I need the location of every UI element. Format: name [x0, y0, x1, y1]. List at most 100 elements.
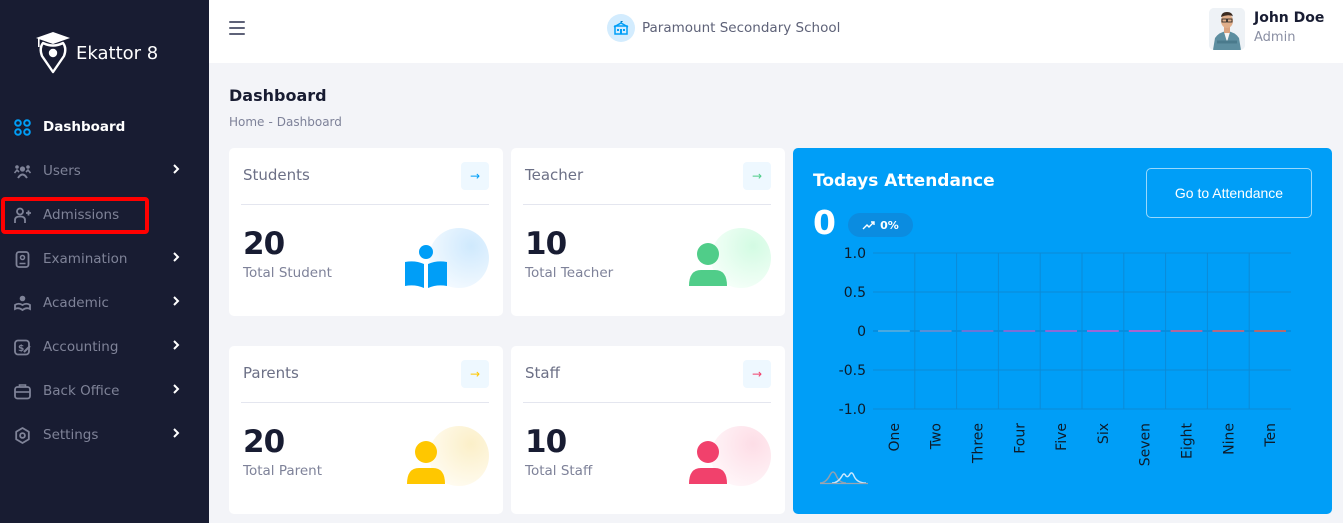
- attendance-panel: Todays Attendance 0 0% Go to Attendance …: [793, 148, 1332, 514]
- divider: [241, 204, 489, 205]
- x-tick-label: Seven: [1138, 423, 1154, 466]
- breadcrumb: Home - Dashboard: [229, 115, 342, 129]
- students-arrow-button[interactable]: →: [461, 162, 489, 190]
- y-tick-label: -1.0: [839, 402, 866, 418]
- admissions-highlight-box: [1, 197, 149, 234]
- user-icon: [681, 228, 771, 290]
- teacher-card: Teacher → 10 Total Teacher: [511, 148, 785, 316]
- teacher-arrow-button[interactable]: →: [743, 162, 771, 190]
- svg-text:$: $: [18, 344, 24, 354]
- card-subtitle: Total Student: [243, 265, 332, 281]
- x-tick-label: Four: [1012, 423, 1028, 454]
- brand[interactable]: Ekattor 8: [34, 30, 158, 74]
- attendance-title: Todays Attendance: [813, 171, 995, 191]
- bar: [1128, 330, 1161, 332]
- x-tick-label: Eight: [1180, 422, 1196, 458]
- breadcrumb-separator: -: [268, 115, 273, 129]
- academic-icon: [14, 295, 31, 312]
- user-menu[interactable]: John Doe Admin: [1209, 8, 1324, 50]
- y-tick-label: 1.0: [844, 246, 866, 262]
- x-tick-label: Six: [1096, 423, 1112, 444]
- card-title: Students: [243, 166, 310, 184]
- sidebar-item-academic[interactable]: Academic: [0, 281, 209, 325]
- user-icon: [399, 426, 489, 488]
- page-title: Dashboard: [229, 86, 327, 105]
- bar: [1045, 330, 1077, 332]
- briefcase-icon: [14, 383, 31, 400]
- top-header: Paramount Secondary School John Doe Admi…: [209, 0, 1343, 63]
- sidebar-item-label: Users: [43, 163, 81, 179]
- accounting-icon: $: [14, 339, 31, 356]
- card-title: Teacher: [525, 166, 584, 184]
- sidebar-item-settings[interactable]: Settings: [0, 413, 209, 457]
- y-tick-label: 0.5: [844, 285, 866, 301]
- sidebar-item-label: Dashboard: [43, 119, 126, 135]
- sidebar-item-label: Accounting: [43, 339, 119, 355]
- divider: [523, 204, 771, 205]
- sidebar-item-users[interactable]: Users: [0, 149, 209, 193]
- students-card: Students → 20 Total Student: [229, 148, 503, 316]
- arrow-right-icon: →: [469, 169, 481, 183]
- sidebar-item-accounting[interactable]: $ Accounting: [0, 325, 209, 369]
- attendance-value: 0: [813, 203, 836, 242]
- chevron-right-icon: [173, 296, 180, 306]
- bar: [1212, 330, 1245, 332]
- sidebar-item-label: Academic: [43, 295, 109, 311]
- x-tick-label: Three: [971, 423, 987, 464]
- bar: [878, 330, 910, 332]
- users-icon: [14, 163, 31, 180]
- breadcrumb-home[interactable]: Home: [229, 115, 264, 129]
- avatar: [1209, 8, 1245, 50]
- card-value: 20: [243, 424, 285, 460]
- trend-up-icon: [862, 221, 875, 230]
- school-icon: [607, 14, 635, 42]
- parents-card: Parents → 20 Total Parent: [229, 346, 503, 514]
- bar: [1170, 330, 1203, 332]
- card-title: Parents: [243, 364, 299, 382]
- y-tick-label: -0.5: [839, 363, 866, 379]
- staff-arrow-button[interactable]: →: [743, 360, 771, 388]
- go-to-attendance-button[interactable]: Go to Attendance: [1146, 168, 1312, 218]
- bar: [1254, 330, 1286, 332]
- attendance-badge-text: 0%: [880, 218, 899, 232]
- card-subtitle: Total Teacher: [525, 265, 614, 281]
- attendance-chart: 1.0 0.5 0 -0.5 -1.0 One Two Three Four Five Six Sev…: [839, 246, 1291, 466]
- divider: [523, 402, 771, 403]
- chevron-right-icon: [173, 340, 180, 350]
- x-tick-label: Five: [1054, 423, 1070, 451]
- sidebar: Ekattor 8 Dashboard Users Admissions Exa…: [0, 0, 209, 523]
- card-subtitle: Total Parent: [243, 463, 323, 479]
- card-value: 10: [525, 226, 567, 262]
- bar: [961, 330, 994, 332]
- arrow-right-icon: →: [751, 367, 763, 381]
- x-tick-label: Nine: [1221, 423, 1237, 455]
- x-tick-label: Ten: [1263, 423, 1279, 448]
- card-title: Staff: [525, 364, 560, 382]
- card-subtitle: Total Staff: [525, 463, 593, 479]
- grid-icon: [14, 118, 31, 136]
- bar: [919, 330, 952, 332]
- bar: [1087, 330, 1119, 332]
- user-name: John Doe: [1254, 10, 1325, 26]
- menu-toggle-icon[interactable]: [229, 21, 245, 35]
- card-value: 20: [243, 226, 285, 262]
- x-tick-label: One: [887, 423, 903, 452]
- attendance-badge: 0%: [848, 213, 913, 237]
- sidebar-item-dashboard[interactable]: Dashboard: [0, 105, 209, 149]
- user-icon: [681, 426, 771, 488]
- sidebar-item-examination[interactable]: Examination: [0, 237, 209, 281]
- sidebar-item-label: Settings: [43, 427, 99, 443]
- parents-arrow-button[interactable]: →: [461, 360, 489, 388]
- bar: [1003, 330, 1036, 332]
- chevron-right-icon: [173, 384, 180, 394]
- plotly-logo-icon[interactable]: [818, 466, 870, 486]
- card-value: 10: [525, 424, 567, 460]
- gear-icon: [14, 426, 31, 444]
- chevron-right-icon: [173, 428, 180, 438]
- arrow-right-icon: →: [469, 367, 481, 381]
- sidebar-item-back-office[interactable]: Back Office: [0, 369, 209, 413]
- school-name: Paramount Secondary School: [642, 20, 841, 36]
- reading-student-icon: [399, 228, 489, 290]
- sidebar-nav: Dashboard Users Admissions Examination A…: [0, 105, 209, 457]
- brand-name: Ekattor 8: [76, 42, 159, 64]
